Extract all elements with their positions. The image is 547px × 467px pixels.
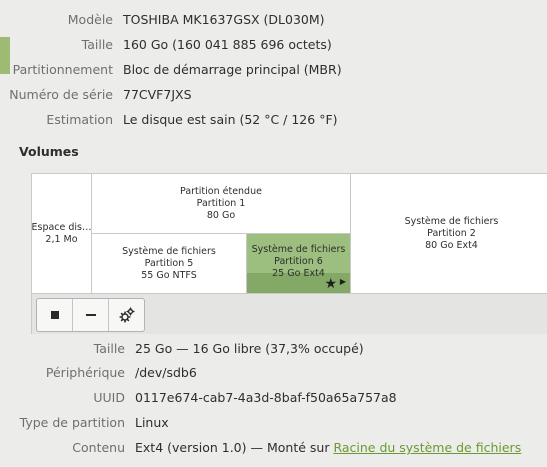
partition2-type: Système de fichiers <box>404 215 499 227</box>
partition6-name: Partition 6 <box>274 255 323 267</box>
extended-type: Partition étendue <box>180 185 262 197</box>
star-icon: ★ <box>324 276 337 292</box>
model-label: Modèle <box>67 12 113 27</box>
serial-value: 77CVF7JXS <box>123 87 192 102</box>
volume-size-value: 25 Go — 16 Go libre (37,3% occupé) <box>135 341 364 356</box>
stop-icon <box>50 311 59 319</box>
assessment-value: Le disque est sain (52 °C / 126 °F) <box>123 112 338 127</box>
partition5-name: Partition 5 <box>144 257 194 269</box>
partitioning-label: Partitionnement <box>12 62 113 77</box>
volume-size-row: Taille 25 Go — 16 Go libre (37,3% occupé… <box>0 341 547 357</box>
model-row: Modèle TOSHIBA MK1637GSX (DL030M) <box>0 12 547 28</box>
partitioning-row: Partitionnement Bloc de démarrage princi… <box>0 62 547 78</box>
mount-point-link[interactable]: Racine du système de fichiers <box>333 440 521 455</box>
minus-icon <box>85 314 96 316</box>
free-space-size: 2,1 Mo <box>45 233 78 245</box>
partition5-size: 55 Go NTFS <box>141 269 197 281</box>
size-row: Taille 160 Go (160 041 885 696 octets) <box>0 37 547 53</box>
partitioning-value: Bloc de démarrage principal (MBR) <box>123 62 342 77</box>
volume-partition-2[interactable]: Système de fichiers Partition 2 80 Go Ex… <box>351 174 547 293</box>
extended-name: Partition 1 <box>196 197 246 209</box>
contents-row: Contenu Ext4 (version 1.0) — Monté sur R… <box>0 440 547 456</box>
delete-partition-button[interactable] <box>73 299 109 331</box>
partition2-size: 80 Go Ext4 <box>425 239 478 251</box>
partition2-name: Partition 2 <box>427 227 476 239</box>
partition5-type: Système de fichiers <box>122 245 216 257</box>
size-value: 160 Go (160 041 885 696 octets) <box>123 37 332 52</box>
assessment-label: Estimation <box>46 112 113 127</box>
volume-partition-5[interactable]: Système de fichiers Partition 5 55 Go NT… <box>92 234 247 293</box>
uuid-label: UUID <box>93 390 125 405</box>
serial-row: Numéro de série 77CVF7JXS <box>0 87 547 103</box>
extended-size: 80 Go <box>206 209 236 221</box>
partition6-size: 25 Go Ext4 <box>272 267 325 279</box>
play-icon: ▶ <box>339 277 346 286</box>
size-label: Taille <box>81 37 113 52</box>
free-space-name: Espace dis… <box>31 221 92 233</box>
uuid-value: 0117e674-cab7-4a3d-8baf-f50a65a757a8 <box>135 390 397 405</box>
contents-text: Ext4 (version 1.0) — Monté sur <box>135 440 334 455</box>
volume-size-label: Taille <box>93 341 125 356</box>
partition-type-row: Type de partition Linux <box>0 415 547 431</box>
volume-toolbar <box>31 294 547 334</box>
device-label: Périphérique <box>45 365 125 380</box>
volume-action-buttons <box>36 298 145 332</box>
volumes-heading: Volumes <box>19 144 79 159</box>
volume-extended-partition[interactable]: Partition étendue Partition 1 80 Go <box>92 174 351 234</box>
partition-type-label: Type de partition <box>19 415 125 430</box>
unmount-button[interactable] <box>37 299 73 331</box>
partition-type-value: Linux <box>135 415 169 430</box>
partition-settings-button[interactable] <box>109 299 144 331</box>
contents-label: Contenu <box>72 440 125 455</box>
device-row: Périphérique /dev/sdb6 <box>0 365 547 381</box>
contents-value: Ext4 (version 1.0) — Monté sur Racine du… <box>135 440 521 455</box>
volume-free-space[interactable]: Espace dis… 2,1 Mo <box>32 174 92 293</box>
volume-partition-6-selected[interactable]: Système de fichiers Partition 6 25 Go Ex… <box>247 234 351 293</box>
assessment-row: Estimation Le disque est sain (52 °C / 1… <box>0 112 547 128</box>
uuid-row: UUID 0117e674-cab7-4a3d-8baf-f50a65a757a… <box>0 390 547 406</box>
serial-label: Numéro de série <box>9 87 113 102</box>
partition6-type: Système de fichiers <box>251 243 346 255</box>
device-value: /dev/sdb6 <box>135 365 197 380</box>
model-value: TOSHIBA MK1637GSX (DL030M) <box>123 12 325 27</box>
gears-icon <box>118 307 135 323</box>
volume-map: Espace dis… 2,1 Mo Partition étendue Par… <box>31 173 547 294</box>
